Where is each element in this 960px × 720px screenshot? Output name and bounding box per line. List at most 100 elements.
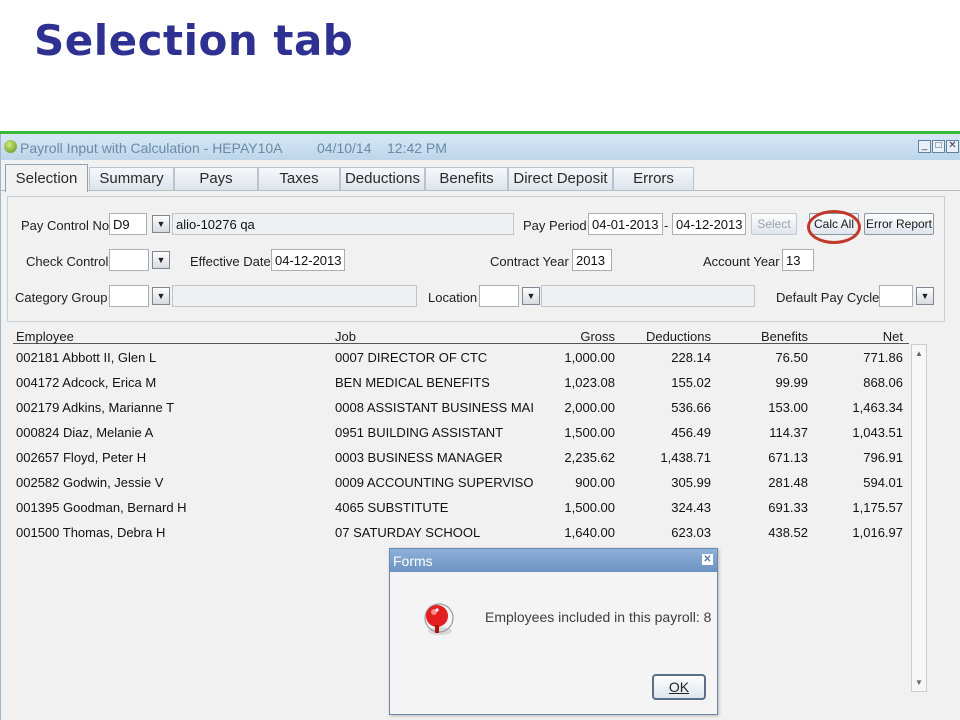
cell-gross: 2,235.62 [564, 450, 615, 465]
effective-date-label: Effective Date [190, 254, 271, 269]
cell-gross: 1,023.08 [564, 375, 615, 390]
effective-date-field[interactable]: 04-12-2013 [271, 249, 345, 271]
tab-summary[interactable]: Summary [89, 167, 174, 190]
pay-period-to-field[interactable]: 04-12-2013 [672, 213, 746, 235]
tab-benefits[interactable]: Benefits [425, 167, 508, 190]
category-group-description [172, 285, 417, 307]
cell-gross: 900.00 [575, 475, 615, 490]
cell-deductions: 155.02 [671, 375, 711, 390]
window-time: 12:42 PM [387, 140, 447, 156]
restore-button[interactable]: □ [932, 140, 945, 153]
cell-benefits: 153.00 [768, 400, 808, 415]
cell-benefits: 114.37 [769, 425, 808, 440]
table-row[interactable]: 002657 Floyd, Peter H 0003 BUSINESS MANAG… [13, 446, 909, 471]
cell-benefits: 438.52 [768, 525, 808, 540]
tab-errors[interactable]: Errors [613, 167, 694, 190]
cell-net: 868.06 [863, 375, 903, 390]
close-window-button[interactable]: ✕ [946, 140, 959, 153]
table-row[interactable]: 001395 Goodman, Bernard H 4065 SUBSTITUTE… [13, 496, 909, 521]
cell-net: 1,175.57 [852, 500, 903, 515]
table-row[interactable]: 002179 Adkins, Marianne T 0008 ASSISTANT … [13, 396, 909, 421]
cell-job: 0009 ACCOUNTING SUPERVISO [335, 475, 534, 490]
col-employee-header[interactable]: Employee [16, 329, 74, 344]
tab-bar: Selection Summary Pays Taxes Deductions … [1, 164, 960, 192]
check-control-dropdown-icon[interactable]: ▼ [152, 251, 170, 269]
cell-employee: 002179 Adkins, Marianne T [16, 400, 175, 415]
cell-employee: 000824 Diaz, Melanie A [16, 425, 154, 440]
cell-gross: 1,500.00 [564, 500, 615, 515]
cell-benefits: 99.99 [775, 375, 808, 390]
tab-pays[interactable]: Pays [174, 167, 258, 190]
col-gross-header[interactable]: Gross [580, 329, 615, 344]
check-control-label: Check Control [26, 254, 109, 269]
grid-rows: 002181 Abbott II, Glen L 0007 DIRECTOR OF… [13, 346, 909, 546]
col-deductions-header[interactable]: Deductions [646, 329, 711, 344]
cell-benefits: 691.33 [768, 500, 808, 515]
pay-control-no-field[interactable]: D9 [109, 213, 147, 235]
check-control-field[interactable] [109, 249, 149, 271]
cell-deductions: 536.66 [671, 400, 711, 415]
window-date: 04/10/14 [317, 140, 372, 156]
cell-gross: 1,640.00 [564, 525, 615, 540]
cell-net: 796.91 [863, 450, 903, 465]
pay-period-separator: - [664, 218, 669, 233]
alert-bell-icon [424, 603, 454, 635]
ok-button[interactable]: OK [652, 674, 706, 700]
cell-job: 0951 BUILDING ASSISTANT [335, 425, 504, 440]
cell-employee: 001395 Goodman, Bernard H [16, 500, 187, 515]
pay-control-dropdown-icon[interactable]: ▼ [152, 215, 170, 233]
cell-job: 0007 DIRECTOR OF CTC [335, 350, 488, 365]
location-label: Location [428, 290, 478, 305]
minimize-button[interactable]: _ [918, 140, 931, 153]
tab-taxes[interactable]: Taxes [258, 167, 340, 190]
calc-all-highlight [807, 210, 861, 244]
col-net-header[interactable]: Net [883, 329, 903, 344]
cell-deductions: 1,438.71 [660, 450, 711, 465]
cell-job: BEN MEDICAL BENEFITS [335, 375, 490, 390]
cell-deductions: 456.49 [671, 425, 711, 440]
cell-job: 07 SATURDAY SCHOOL [335, 525, 481, 540]
table-row[interactable]: 001500 Thomas, Debra H 07 SATURDAY SCHOOL… [13, 521, 909, 546]
cell-benefits: 76.50 [775, 350, 808, 365]
location-field[interactable] [479, 285, 519, 307]
app-icon [4, 140, 17, 153]
pay-control-description: alio-10276 qa [172, 213, 514, 235]
pay-control-no-label: Pay Control No [21, 218, 110, 233]
window-titlebar[interactable]: Payroll Input with Calculation - HEPAY10… [1, 134, 960, 160]
pay-period-from-field[interactable]: 04-01-2013 [588, 213, 663, 235]
dialog-titlebar[interactable]: Forms ✕ [390, 549, 717, 572]
table-row[interactable]: 002181 Abbott II, Glen L 0007 DIRECTOR OF… [13, 346, 909, 371]
cell-employee: 002582 Godwin, Jessie V [16, 475, 164, 490]
contract-year-field[interactable]: 2013 [572, 249, 612, 271]
category-group-field[interactable] [109, 285, 149, 307]
scroll-down-icon[interactable]: ▼ [914, 678, 924, 687]
default-pay-cycle-field[interactable] [879, 285, 913, 307]
account-year-field[interactable]: 13 [782, 249, 814, 271]
tab-selection[interactable]: Selection [5, 164, 88, 192]
grid-scrollbar[interactable]: ▲ ▼ [911, 344, 927, 692]
col-job-header[interactable]: Job [335, 329, 356, 344]
pay-period-label: Pay Period [523, 218, 587, 233]
forms-dialog: Forms ✕ Employees included in this payro… [389, 548, 718, 715]
dialog-close-icon[interactable]: ✕ [702, 554, 713, 565]
col-benefits-header[interactable]: Benefits [761, 329, 808, 344]
cell-deductions: 623.03 [671, 525, 711, 540]
table-row[interactable]: 002582 Godwin, Jessie V 0009 ACCOUNTING S… [13, 471, 909, 496]
dialog-title: Forms [393, 553, 433, 569]
contract-year-label: Contract Year [490, 254, 569, 269]
category-group-dropdown-icon[interactable]: ▼ [152, 287, 170, 305]
cell-net: 594.01 [863, 475, 903, 490]
location-dropdown-icon[interactable]: ▼ [522, 287, 540, 305]
error-report-button[interactable]: Error Report [864, 213, 934, 235]
select-button[interactable]: Select [751, 213, 797, 235]
tab-deductions[interactable]: Deductions [340, 167, 425, 190]
cell-gross: 2,000.00 [564, 400, 615, 415]
cell-deductions: 228.14 [671, 350, 711, 365]
tab-direct-deposit[interactable]: Direct Deposit [508, 167, 613, 190]
scroll-up-icon[interactable]: ▲ [914, 349, 924, 358]
table-row[interactable]: 000824 Diaz, Melanie A 0951 BUILDING ASSI… [13, 421, 909, 446]
default-pay-cycle-dropdown-icon[interactable]: ▼ [916, 287, 934, 305]
cell-job: 0003 BUSINESS MANAGER [335, 450, 503, 465]
table-row[interactable]: 004172 Adcock, Erica M BEN MEDICAL BENEFI… [13, 371, 909, 396]
cell-deductions: 324.43 [671, 500, 711, 515]
